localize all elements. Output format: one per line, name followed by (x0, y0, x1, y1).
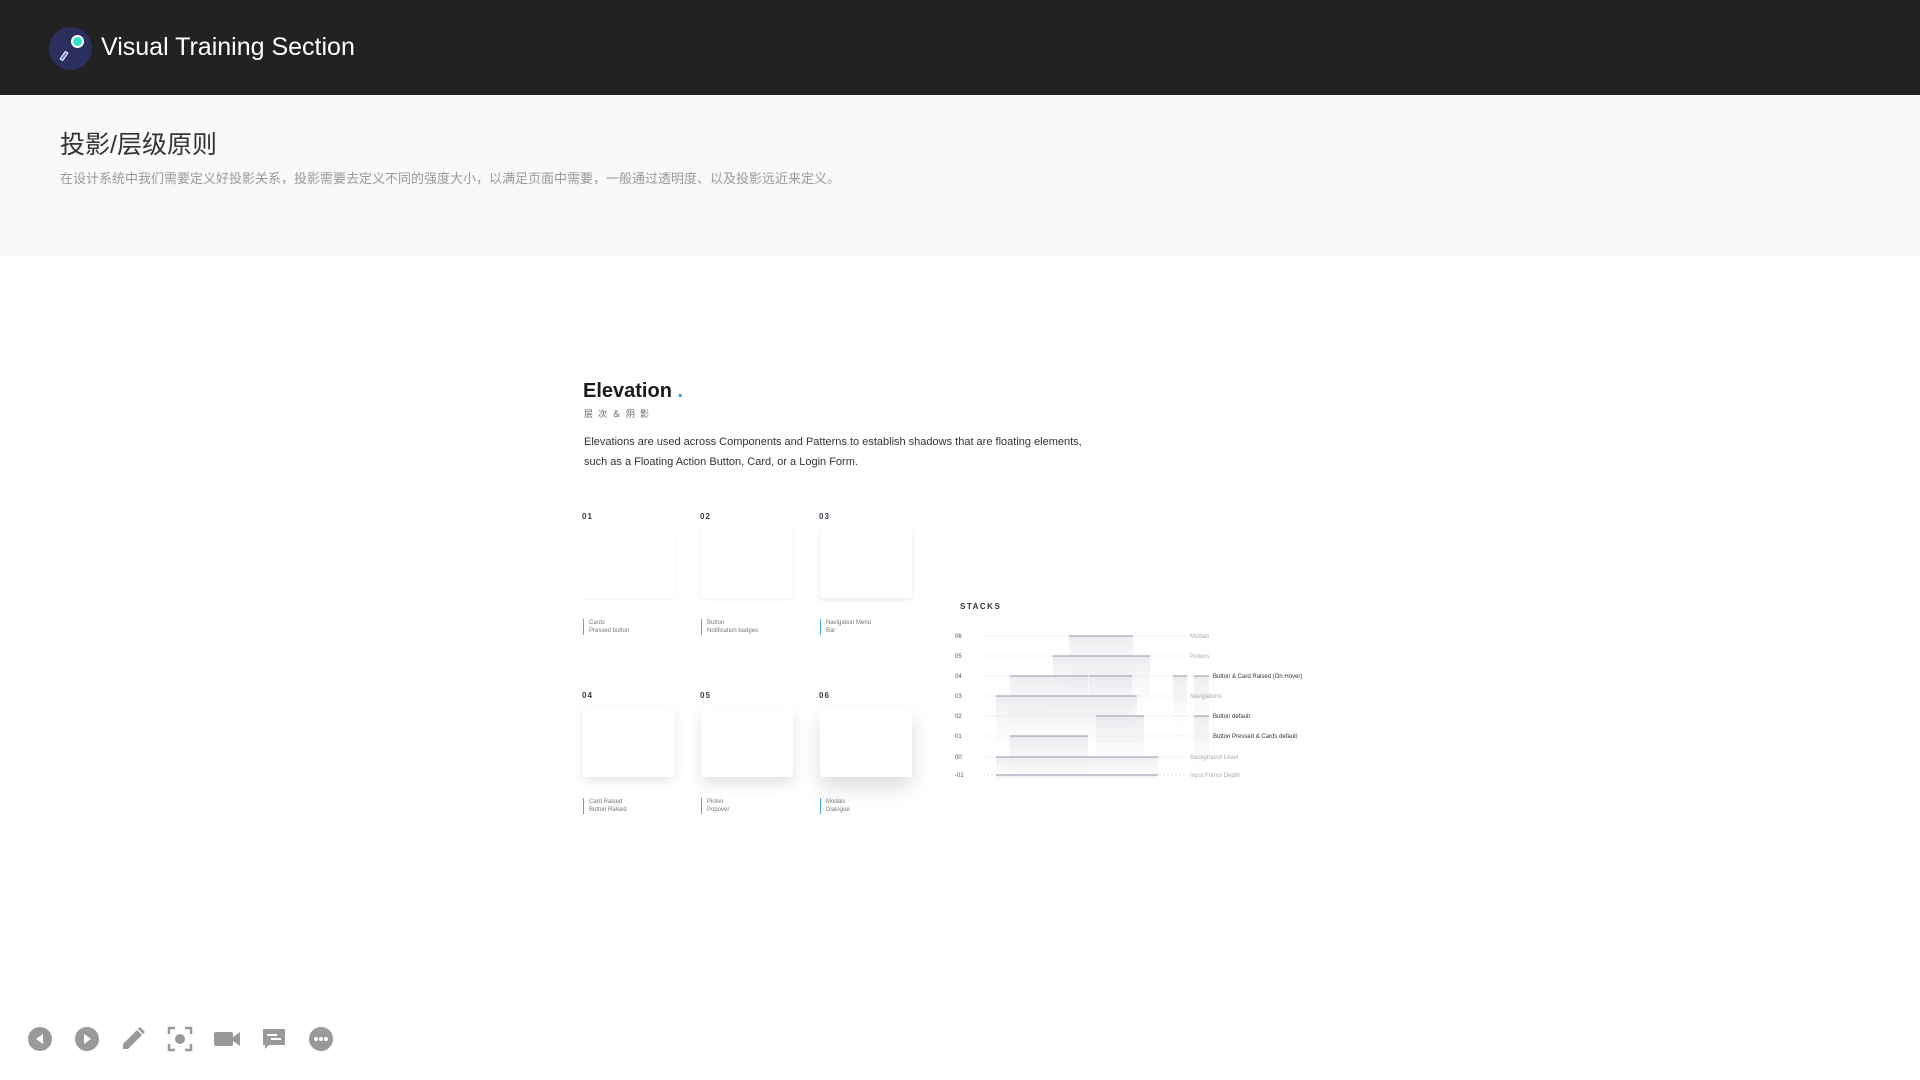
app-header: Visual Training Section (0, 0, 1920, 95)
camera-button[interactable] (210, 1022, 244, 1056)
elevation-number: 03 (819, 512, 830, 521)
stack-level: 01 (955, 734, 962, 740)
camera-icon (214, 1032, 240, 1046)
label-line: Dialogue (826, 807, 850, 813)
label-line: Cards (589, 620, 606, 626)
previous-icon (28, 1027, 52, 1051)
elevation-card (701, 708, 793, 777)
elevation-card (583, 529, 675, 598)
stack-shadow (1173, 676, 1187, 731)
label-line: Navigation Menu (826, 620, 872, 626)
label-line: Button Raised (589, 807, 627, 813)
stack-label: Button default (1213, 714, 1250, 720)
screenshot-icon (167, 1026, 193, 1052)
elevation-label: Button Notification badges (701, 619, 758, 635)
comment-button[interactable] (257, 1022, 291, 1056)
stack-level: 04 (955, 674, 962, 680)
elevation-card (820, 529, 912, 598)
pen-button[interactable] (116, 1022, 150, 1056)
elevation-label: Navigation Menu Bar (820, 619, 871, 635)
stack-label: Input Forms Depth (1190, 773, 1240, 779)
screenshot-button[interactable] (163, 1022, 197, 1056)
comment-icon (263, 1029, 285, 1049)
slide-description: Elevations are used across Components an… (584, 436, 1082, 468)
label-line: Modals (826, 799, 846, 805)
stack-label: Button & Card Raised (On Hover) (1213, 674, 1302, 680)
stacks-title: STACKS (960, 602, 1002, 611)
elevation-card (820, 708, 912, 777)
elevation-number: 06 (819, 691, 830, 700)
elevation-label: Cards Pressed button (583, 619, 629, 635)
previous-button[interactable] (23, 1022, 57, 1056)
stack-label: Button Pressed & Cards default (1213, 734, 1297, 740)
elevation-label: Card Raised Button Raised (583, 798, 627, 814)
stack-level: 00 (955, 755, 962, 761)
label-line: Card Raised (589, 799, 623, 805)
elevation-card (583, 708, 675, 777)
label-line: Picker (707, 799, 724, 805)
more-button[interactable] (304, 1022, 338, 1056)
stack-level: 02 (955, 714, 962, 720)
stack-label: Navigations (1190, 694, 1221, 700)
elevation-number: 04 (582, 691, 593, 700)
next-icon (75, 1027, 99, 1051)
app-title: Visual Training Section (101, 33, 355, 61)
intro-section: 投影/层级原则 在设计系统中我们需要定义好投影关系，投影需要去定义不同的强度大小… (0, 95, 1920, 256)
elevation-number: 05 (700, 691, 711, 700)
stack-level: 06 (955, 634, 962, 640)
elevation-number: 02 (700, 512, 711, 521)
stack-label: Pickers (1190, 654, 1210, 660)
elevation-number: 01 (582, 512, 593, 521)
stack-level: 05 (955, 654, 962, 660)
stack-shadow (1194, 716, 1209, 771)
elevation-label: Picker Popover (701, 798, 729, 814)
label-line: Notification badges (707, 628, 759, 634)
label-line: Popover (707, 807, 730, 813)
stack-label: Background Level (1190, 755, 1238, 761)
slide-title-text: Elevation (583, 380, 672, 402)
stack-shadow (996, 775, 1158, 780)
stacks-diagram: 06 Modals 05 Pickers 04 Button & Card Raised … (955, 634, 1302, 780)
page-description: 在设计系统中我们需要定义好投影关系，投影需要去定义不同的强度大小，以满足页面中需… (60, 171, 841, 186)
page-title: 投影/层级原则 (60, 131, 217, 159)
slide-title: Elevation . (583, 380, 683, 403)
next-button[interactable] (70, 1022, 104, 1056)
title-accent: . (677, 380, 684, 402)
stack-level: 03 (955, 694, 962, 700)
label-line: Pressed button (589, 628, 630, 634)
elevation-label: Modals Dialogue (820, 798, 850, 814)
elevation-card (701, 529, 793, 598)
more-icon (309, 1027, 333, 1051)
pen-icon (123, 1027, 145, 1049)
slide-subtitle: 层次＆阴影 (584, 409, 655, 419)
stack-label: Modals (1190, 634, 1209, 640)
label-line: Button (707, 620, 725, 626)
magnifier-logo-icon (49, 27, 92, 70)
stack-level: -01 (955, 773, 964, 779)
label-line: Bar (826, 628, 836, 634)
